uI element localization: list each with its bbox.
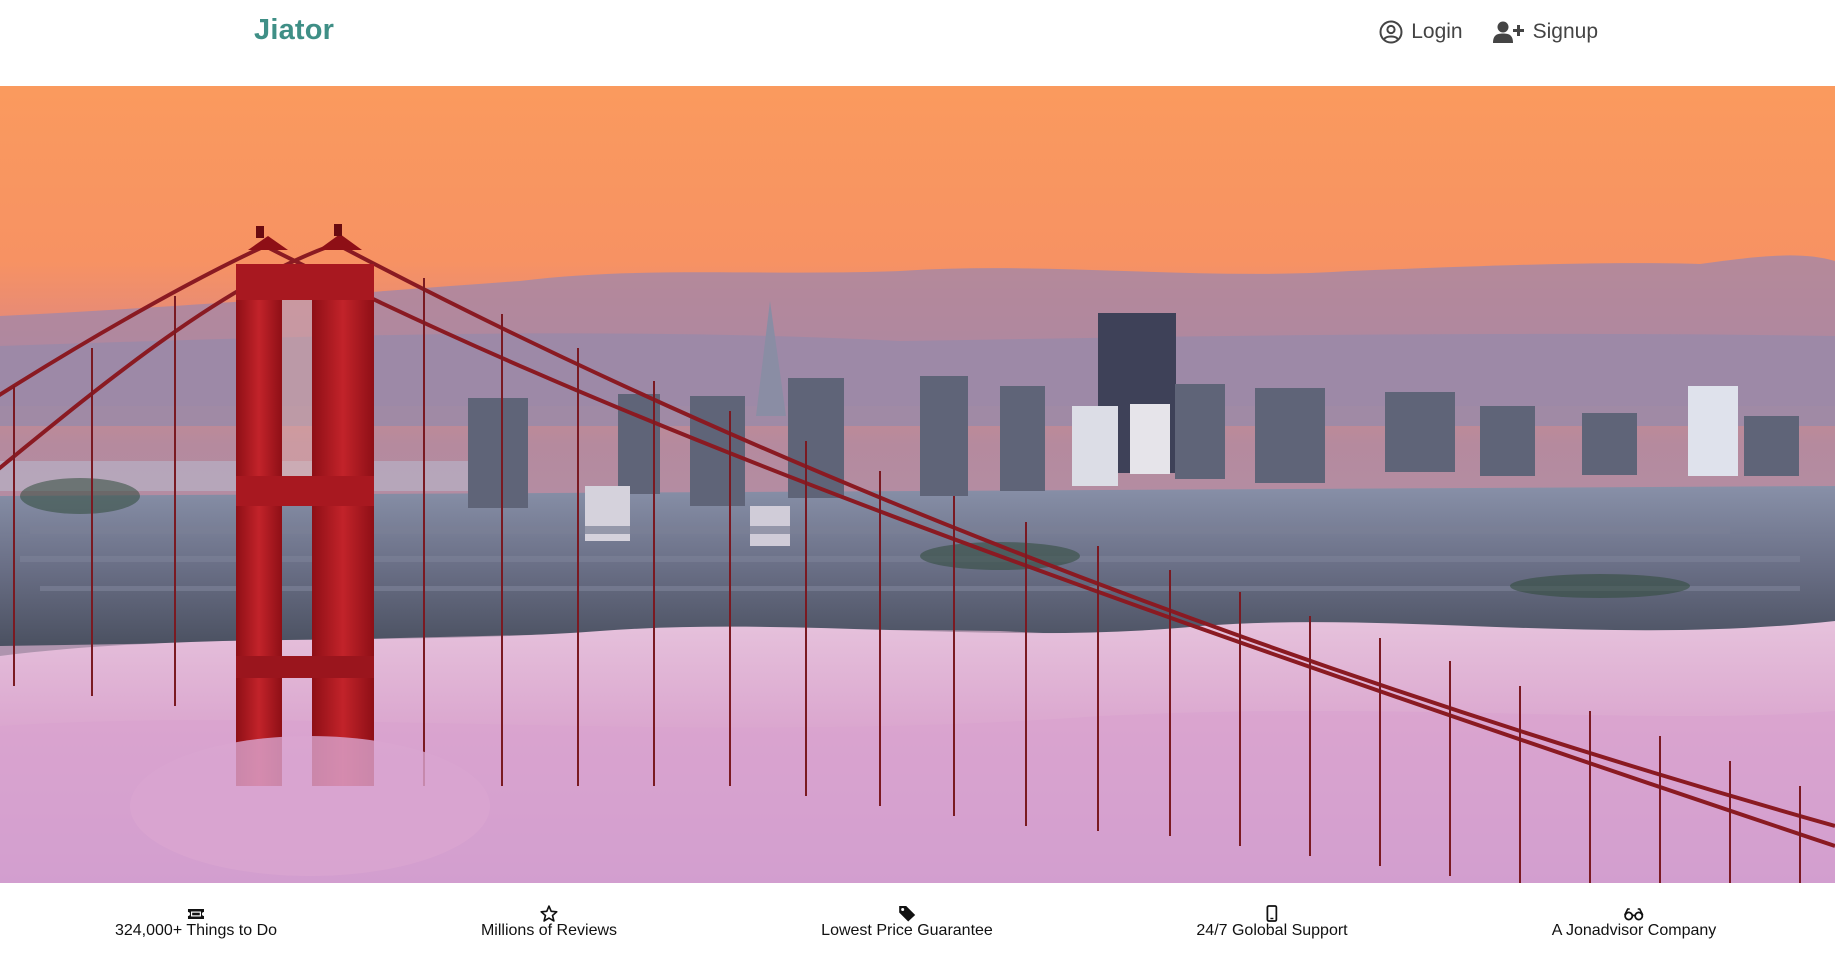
feature-support: 24/7 Golobal Support [1196,905,1348,940]
auth-nav: Login Signup [1379,20,1598,44]
login-label: Login [1411,20,1463,43]
signup-link[interactable]: Signup [1492,20,1598,44]
glasses-icon [1624,905,1644,922]
feature-label: Lowest Price Guarantee [821,922,993,939]
hero-image [0,86,1835,883]
login-link[interactable]: Login [1379,20,1463,44]
feature-company: A Jonadvisor Company [1551,905,1717,940]
feature-price-guarantee: Lowest Price Guarantee [821,905,993,940]
features-strip: 324,000+ Things to Do Millions of Review… [0,883,1835,954]
ticket-icon [187,905,205,922]
signup-label: Signup [1532,20,1598,43]
feature-label: Millions of Reviews [480,922,618,939]
feature-label: A Jonadvisor Company [1551,922,1717,939]
feature-reviews: Millions of Reviews [481,905,617,940]
top-navbar: Jiator Login Signup [0,0,1835,86]
feature-things-to-do: 324,000+ Things to Do [115,905,277,940]
brand-logo[interactable]: Jiator [254,14,334,47]
user-circle-icon [1379,20,1403,44]
tag-icon [898,905,916,922]
hero-banner [0,86,1835,883]
star-outline-icon [540,905,558,922]
mobile-phone-icon [1266,905,1278,922]
feature-label: 24/7 Golobal Support [1196,922,1348,939]
user-plus-icon [1492,20,1525,44]
feature-label: 324,000+ Things to Do [114,922,278,939]
